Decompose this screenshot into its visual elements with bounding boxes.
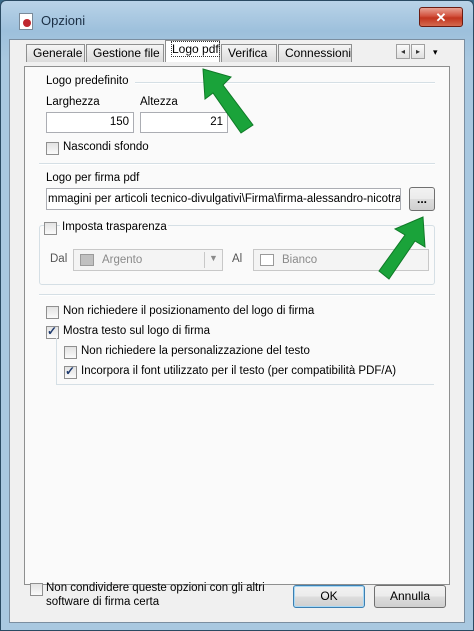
from-color-swatch bbox=[80, 254, 94, 266]
share-options-label-line1: Non condividere queste opzioni con gli a… bbox=[46, 582, 265, 594]
tab-panel-logo-pdf: Logo predefinito Larghezza 150 Altezza 2… bbox=[24, 66, 450, 585]
window-title: Opzioni bbox=[41, 13, 86, 28]
transparency-label: Imposta trasparenza bbox=[62, 221, 167, 233]
tab-generale[interactable]: Generale bbox=[26, 44, 85, 62]
embed-font-label: Incorpora il font utilizzato per il test… bbox=[81, 365, 397, 377]
app-icon bbox=[19, 13, 33, 30]
no-positioning-label: Non richiedere il posizionamento del log… bbox=[63, 305, 315, 317]
tab-label: Logo pdf bbox=[171, 41, 220, 57]
from-label: Dal bbox=[50, 253, 68, 265]
section-divider bbox=[39, 294, 435, 296]
logo-firma-label: Logo per firma pdf bbox=[46, 172, 140, 184]
to-color-value: Bianco bbox=[282, 254, 318, 266]
browse-button[interactable]: ... bbox=[409, 187, 435, 211]
width-input[interactable]: 150 bbox=[46, 112, 134, 133]
to-color-swatch bbox=[260, 254, 274, 266]
ok-button[interactable]: OK bbox=[293, 585, 365, 608]
options-window: Opzioni ✕ Generale Gestione file Logo pd… bbox=[0, 0, 474, 631]
section-divider bbox=[39, 163, 435, 165]
embed-font-checkbox[interactable] bbox=[64, 364, 77, 379]
chevron-down-icon: ▼ bbox=[209, 253, 218, 263]
from-color-value: Argento bbox=[102, 254, 143, 266]
tab-menu-icon[interactable]: ▾ bbox=[433, 47, 438, 58]
tab-label: Generale bbox=[33, 46, 83, 60]
no-positioning-checkbox[interactable] bbox=[46, 306, 59, 319]
from-color-select[interactable]: Argento ▼ bbox=[73, 249, 223, 271]
tab-gestione-file[interactable]: Gestione file bbox=[86, 44, 164, 62]
logo-path-input[interactable]: mmagini per articoli tecnico-divulgativi… bbox=[46, 188, 401, 210]
show-text-label: Mostra testo sul logo di firma bbox=[63, 325, 211, 337]
tab-label: Connessioni bbox=[285, 46, 352, 60]
annotation-arrow-tab-icon bbox=[202, 68, 254, 134]
logo-predefinito-label: Logo predefinito bbox=[46, 75, 129, 87]
tab-label: Gestione file bbox=[93, 46, 160, 60]
tab-label: Verifica bbox=[228, 46, 268, 60]
tab-connessioni[interactable]: Connessioni bbox=[278, 44, 352, 62]
tab-logo-pdf[interactable]: Logo pdf bbox=[165, 40, 220, 62]
title-bar[interactable]: Opzioni ✕ bbox=[1, 1, 473, 39]
combo-divider bbox=[204, 252, 205, 268]
height-label: Altezza bbox=[140, 96, 178, 108]
annotation-arrow-browse-icon bbox=[378, 216, 426, 280]
section-divider bbox=[135, 82, 435, 84]
tab-scroll-left-button[interactable]: ◂ bbox=[396, 44, 410, 59]
share-options-label-line2: software di firma certa bbox=[46, 596, 160, 608]
to-label: Al bbox=[232, 253, 243, 265]
no-customization-label: Non richiedere la personalizzazione del … bbox=[81, 345, 310, 357]
close-button[interactable]: ✕ bbox=[419, 7, 463, 27]
width-label: Larghezza bbox=[46, 96, 100, 108]
hide-background-label: Nascondi sfondo bbox=[63, 141, 149, 153]
cancel-button[interactable]: Annulla bbox=[374, 585, 446, 608]
no-customization-checkbox[interactable] bbox=[64, 346, 77, 359]
tab-scroll-right-button[interactable]: ▸ bbox=[411, 44, 425, 59]
hide-background-checkbox[interactable] bbox=[46, 142, 59, 155]
transparency-checkbox[interactable] bbox=[44, 222, 57, 235]
share-options-checkbox[interactable] bbox=[30, 583, 43, 596]
tab-verifica[interactable]: Verifica bbox=[221, 44, 277, 62]
